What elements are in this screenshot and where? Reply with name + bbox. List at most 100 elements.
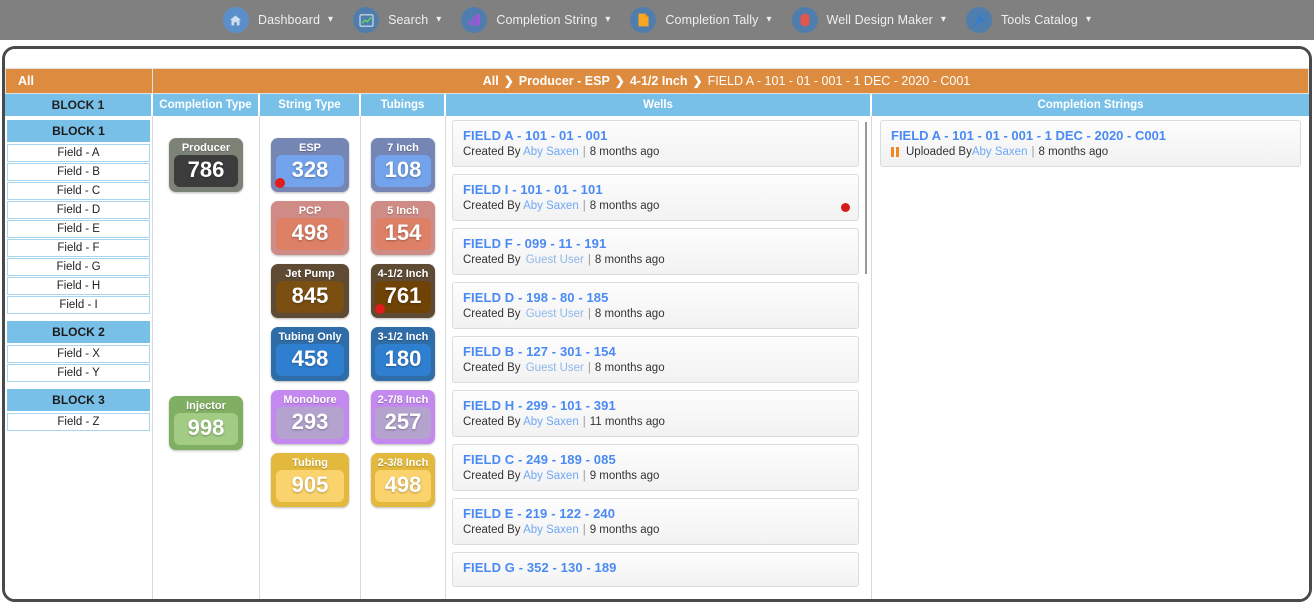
nav-item-dashboard[interactable]: Dashboard ▾ [213, 0, 343, 40]
nav-item-completion-tally[interactable]: Completion Tally ▾ [620, 0, 781, 40]
nav-item-well-design-maker[interactable]: Well Design Maker ▾ [782, 0, 956, 40]
sidebar-field-item[interactable]: Field - A [7, 144, 150, 162]
sidebar-field-item[interactable]: Field - B [7, 163, 150, 181]
tile-count: 998 [174, 413, 238, 445]
tile-2-7-8-inch[interactable]: 2-7/8 Inch 257 [371, 390, 435, 444]
well-card[interactable]: FIELD C - 249 - 189 - 085 Created By Aby … [452, 444, 859, 491]
chevron-down-icon[interactable]: ▾ [436, 15, 441, 25]
tile-label: 2-3/8 Inch [377, 457, 429, 469]
well-card[interactable]: FIELD G - 352 - 130 - 189 [452, 552, 859, 587]
status-dot-icon [275, 178, 285, 188]
well-card[interactable]: FIELD D - 198 - 80 - 185 Created By Guest… [452, 282, 859, 329]
all-filter-button[interactable]: All [5, 68, 153, 94]
status-dot-icon [375, 304, 385, 314]
sidebar-field-item[interactable]: Field - H [7, 277, 150, 295]
well-age: 8 months ago [589, 146, 660, 158]
tile-monobore[interactable]: Monobore 293 [271, 390, 349, 444]
well-card[interactable]: FIELD I - 101 - 01 - 101 Created By Aby S… [452, 174, 859, 221]
well-title[interactable]: FIELD C - 249 - 189 - 085 [463, 452, 848, 467]
sidebar-field-item[interactable]: Field - D [7, 201, 150, 219]
main-body: BLOCK 1 Field - A Field - B Field - C Field … [5, 116, 1309, 599]
tile-5-inch[interactable]: 5 Inch 154 [371, 201, 435, 255]
tile-tubing[interactable]: Tubing 905 [271, 453, 349, 507]
tile-3-1-2-inch[interactable]: 3-1/2 Inch 180 [371, 327, 435, 381]
tile-4-1-2-inch[interactable]: 4-1/2 Inch 761 [371, 264, 435, 318]
sidebar-field-item[interactable]: Field - Z [7, 413, 150, 431]
well-age: 9 months ago [589, 470, 660, 482]
tile-label: ESP [298, 142, 321, 154]
tile-7-inch[interactable]: 7 Inch 108 [371, 138, 435, 192]
tile-count: 905 [276, 470, 344, 502]
well-title[interactable]: FIELD E - 219 - 122 - 240 [463, 506, 848, 521]
breadcrumb-item[interactable]: All [483, 74, 499, 88]
meta-divider: | [587, 308, 591, 320]
tile-label: Jet Pump [285, 268, 335, 280]
well-author-link[interactable]: Guest User [524, 254, 584, 266]
line-chart-icon [353, 7, 380, 33]
well-age: 8 months ago [594, 308, 665, 320]
sidebar-field-item[interactable]: Field - I [7, 296, 150, 314]
chevron-down-icon[interactable]: ▾ [767, 15, 772, 25]
nav-item-completion-string[interactable]: Completion String ▾ [451, 0, 620, 40]
well-author-link[interactable]: Guest User [524, 362, 584, 374]
well-card[interactable]: FIELD H - 299 - 101 - 391 Created By Aby … [452, 390, 859, 437]
breadcrumb-item[interactable]: 4-1/2 Inch [630, 74, 688, 88]
well-title[interactable]: FIELD B - 127 - 301 - 154 [463, 344, 848, 359]
sidebar-block-header[interactable]: BLOCK 3 [7, 389, 150, 411]
sidebar-field-item[interactable]: Field - G [7, 258, 150, 276]
breadcrumb-item[interactable]: Producer - ESP [519, 74, 610, 88]
tile-2-3-8-inch[interactable]: 2-3/8 Inch 498 [371, 453, 435, 507]
tile-pcp[interactable]: PCP 498 [271, 201, 349, 255]
tile-tubing-only[interactable]: Tubing Only 458 [271, 327, 349, 381]
created-by-label: Created By [463, 308, 521, 320]
sidebar-field-item[interactable]: Field - E [7, 220, 150, 238]
sidebar-block-header[interactable]: BLOCK 1 [7, 120, 150, 142]
well-age: 8 months ago [594, 254, 665, 266]
sidebar-field-item[interactable]: Field - Y [7, 364, 150, 382]
chevron-down-icon[interactable]: ▾ [328, 15, 333, 25]
well-author-link[interactable]: Aby Saxen [523, 200, 579, 212]
well-card[interactable]: FIELD B - 127 - 301 - 154 Created By Gues… [452, 336, 859, 383]
sidebar-field-item[interactable]: Field - X [7, 345, 150, 363]
tile-label: 2-7/8 Inch [377, 394, 429, 406]
well-author-link[interactable]: Aby Saxen [523, 470, 579, 482]
tile-jet-pump[interactable]: Jet Pump 845 [271, 264, 349, 318]
tile-injector[interactable]: Injector 998 [169, 396, 243, 450]
completion-type-column: Producer 786 Injector 998 [153, 116, 260, 599]
completion-strings-list: FIELD A - 101 - 01 - 001 - 1 DEC - 2020 … [872, 116, 1309, 599]
well-title[interactable]: FIELD F - 099 - 11 - 191 [463, 236, 848, 251]
completion-string-card[interactable]: FIELD A - 101 - 01 - 001 - 1 DEC - 2020 … [880, 120, 1301, 167]
well-title[interactable]: FIELD A - 101 - 01 - 001 [463, 128, 848, 143]
tile-label: Tubing [292, 457, 328, 469]
tile-producer[interactable]: Producer 786 [169, 138, 243, 192]
completion-string-title[interactable]: FIELD A - 101 - 01 - 001 - 1 DEC - 2020 … [891, 128, 1290, 143]
tile-count: 458 [276, 344, 344, 376]
nav-item-label: Dashboard [257, 13, 321, 27]
well-title[interactable]: FIELD I - 101 - 01 - 101 [463, 182, 848, 197]
completion-string-author-link[interactable]: Aby Saxen [972, 146, 1028, 158]
well-title[interactable]: FIELD H - 299 - 101 - 391 [463, 398, 848, 413]
nav-item-search[interactable]: Search ▾ [343, 0, 451, 40]
well-card[interactable]: FIELD A - 101 - 01 - 001 Created By Aby S… [452, 120, 859, 167]
chevron-down-icon[interactable]: ▾ [941, 15, 946, 25]
well-title[interactable]: FIELD D - 198 - 80 - 185 [463, 290, 848, 305]
chevron-down-icon[interactable]: ▾ [1086, 15, 1091, 25]
tile-label: 5 Inch [387, 205, 419, 217]
well-author-link[interactable]: Guest User [524, 308, 584, 320]
nav-item-tools-catalog[interactable]: Tools Catalog ▾ [956, 0, 1101, 40]
wells-list[interactable]: FIELD A - 101 - 01 - 001 Created By Aby S… [446, 116, 872, 599]
well-card[interactable]: FIELD F - 099 - 11 - 191 Created By Guest… [452, 228, 859, 275]
well-author-link[interactable]: Aby Saxen [523, 524, 579, 536]
sidebar-block-header[interactable]: BLOCK 2 [7, 321, 150, 343]
tile-label: 4-1/2 Inch [377, 268, 429, 280]
chevron-down-icon[interactable]: ▾ [605, 15, 610, 25]
tile-esp[interactable]: ESP 328 [271, 138, 349, 192]
well-title[interactable]: FIELD G - 352 - 130 - 189 [463, 560, 848, 575]
well-author-link[interactable]: Aby Saxen [523, 416, 579, 428]
column-header-tubings: Tubings [361, 94, 446, 116]
wells-scrollbar[interactable] [865, 122, 867, 274]
sidebar-field-item[interactable]: Field - F [7, 239, 150, 257]
well-card[interactable]: FIELD E - 219 - 122 - 240 Created By Aby … [452, 498, 859, 545]
sidebar-field-item[interactable]: Field - C [7, 182, 150, 200]
well-author-link[interactable]: Aby Saxen [523, 146, 579, 158]
